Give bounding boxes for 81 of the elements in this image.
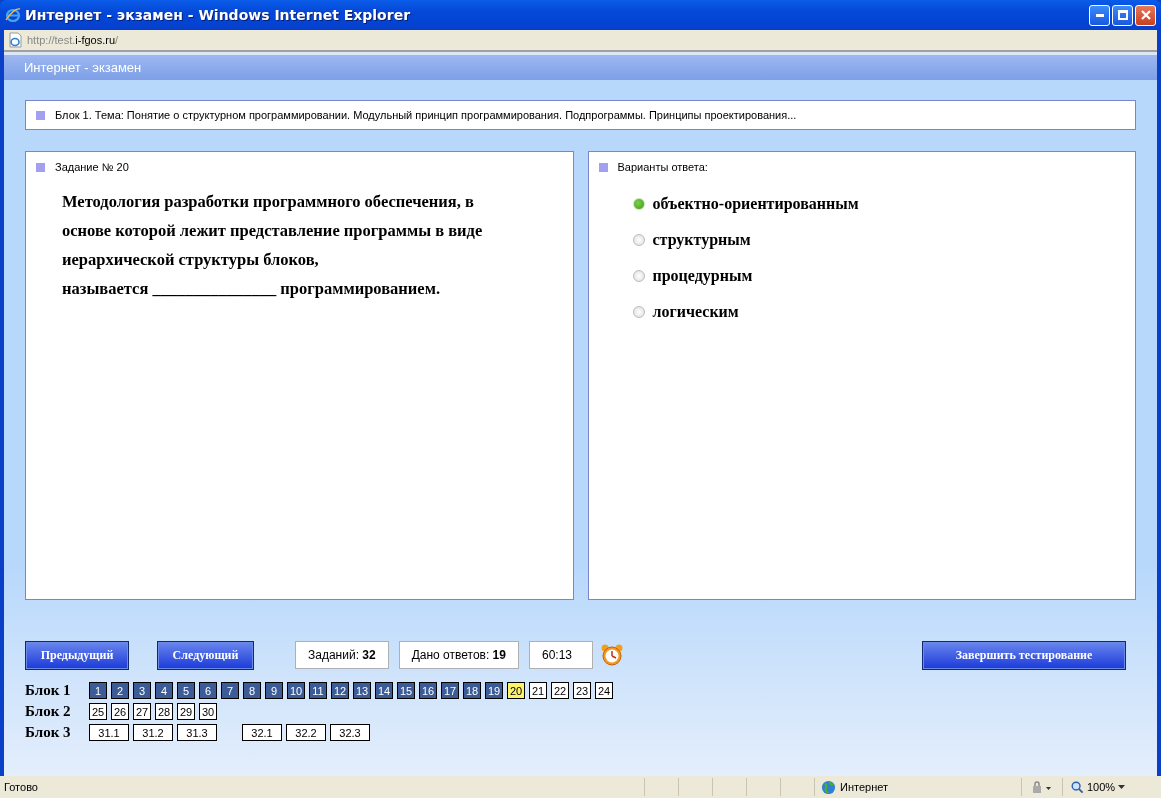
question-number-button[interactable]: 30 xyxy=(199,703,217,720)
block-label: Блок 3 xyxy=(25,724,72,741)
bullet-icon xyxy=(598,162,608,172)
answer-option[interactable]: структурным xyxy=(652,230,751,249)
maximize-icon xyxy=(1117,10,1128,20)
task-heading: Задание № 20 xyxy=(55,161,129,173)
radio-button[interactable] xyxy=(632,233,645,246)
question-number-button[interactable]: 13 xyxy=(353,682,371,699)
security-zone: Интернет xyxy=(840,781,888,793)
answer-option[interactable]: логическим xyxy=(652,302,739,321)
question-number-button[interactable]: 31.1 xyxy=(89,724,129,741)
page-icon xyxy=(7,32,23,48)
question-number-button[interactable]: 29 xyxy=(177,703,195,720)
radio-button[interactable] xyxy=(632,197,645,210)
address-bar[interactable]: http://test.i-fgos.ru/ xyxy=(4,30,1157,52)
status-text: Готово xyxy=(4,781,39,793)
question-number-button[interactable]: 31.3 xyxy=(177,724,217,741)
question-number-button[interactable]: 23 xyxy=(573,682,591,699)
zoom-text: 100% xyxy=(1087,781,1116,793)
answer-option[interactable]: процедурным xyxy=(652,266,753,285)
question-number-button[interactable]: 17 xyxy=(441,682,459,699)
question-number-button[interactable]: 3 xyxy=(133,682,151,699)
question-number-button[interactable]: 27 xyxy=(133,703,151,720)
question-number-button[interactable]: 16 xyxy=(419,682,437,699)
browser-logo-icon xyxy=(5,7,21,23)
caret-icon xyxy=(1118,785,1127,789)
minimize-button[interactable] xyxy=(1089,4,1110,26)
question-number-button[interactable]: 28 xyxy=(155,703,173,720)
question-number-button[interactable]: 14 xyxy=(375,682,393,699)
block-label: Блок 2 xyxy=(25,703,72,720)
question-number-button[interactable]: 1 xyxy=(89,682,107,699)
question-number-button[interactable]: 12 xyxy=(331,682,349,699)
question-number-button[interactable]: 11 xyxy=(309,682,327,699)
block-label: Блок 1 xyxy=(25,682,72,699)
question-number-button[interactable]: 7 xyxy=(221,682,239,699)
answers-count: Дано ответов: 19 xyxy=(398,641,519,669)
close-button[interactable] xyxy=(1135,4,1156,26)
next-button[interactable]: Следующий xyxy=(157,640,254,670)
radio-button[interactable] xyxy=(632,269,645,282)
zoom-level[interactable]: 100% xyxy=(1062,778,1157,796)
question-number-button[interactable]: 24 xyxy=(595,682,613,699)
globe-icon xyxy=(821,779,836,795)
app-title: Интернет - экзамен xyxy=(24,60,142,75)
question-number-button[interactable]: 15 xyxy=(397,682,415,699)
question-number-button[interactable]: 26 xyxy=(111,703,129,720)
close-icon xyxy=(1140,10,1151,20)
minimize-icon xyxy=(1095,13,1104,17)
question-number-button[interactable]: 21 xyxy=(529,682,547,699)
question-number-button[interactable]: 4 xyxy=(155,682,173,699)
bullet-icon xyxy=(36,162,45,172)
question-number-button[interactable]: 8 xyxy=(243,682,261,699)
radio-button[interactable] xyxy=(632,305,645,318)
question-number-button[interactable]: 5 xyxy=(177,682,195,699)
answer-option[interactable]: объектно-ориентированным xyxy=(652,194,859,213)
previous-button[interactable]: Предыдущий xyxy=(25,640,129,670)
zoom-icon xyxy=(1071,780,1084,794)
question-number-button[interactable]: 22 xyxy=(551,682,569,699)
question-number-button[interactable]: 32.3 xyxy=(330,724,370,741)
question-number-button[interactable]: 20 xyxy=(507,682,525,699)
bullet-icon xyxy=(36,110,45,120)
timer: 60:13 xyxy=(528,641,593,669)
question-number-button[interactable]: 32.2 xyxy=(286,724,326,741)
address-url: http://test.i-fgos.ru/ xyxy=(27,34,119,46)
window-title: Интернет - экзамен - Windows Internet Explorer xyxy=(25,7,412,23)
question-number-button[interactable]: 31.2 xyxy=(133,724,173,741)
question-number-button[interactable]: 9 xyxy=(265,682,283,699)
question-number-button[interactable]: 2 xyxy=(111,682,129,699)
question-number-button[interactable]: 18 xyxy=(463,682,481,699)
lock-icon[interactable] xyxy=(1031,780,1053,794)
tasks-count: Заданий: 32 xyxy=(295,641,389,669)
question-number-button[interactable]: 10 xyxy=(287,682,305,699)
question-number-button[interactable]: 6 xyxy=(199,682,217,699)
question-number-button[interactable]: 32.1 xyxy=(242,724,282,741)
question-number-button[interactable]: 25 xyxy=(89,703,107,720)
maximize-button[interactable] xyxy=(1112,4,1133,26)
finish-test-button[interactable]: Завершить тестирование xyxy=(922,640,1126,670)
question-text: Методология разработки программного обеспечения, в основе которой лежит представление программы в виде иерархической структуры блоков, называется _______________ программированием. xyxy=(61,191,484,300)
question-number-button[interactable]: 19 xyxy=(485,682,503,699)
alarm-clock-icon xyxy=(599,643,624,667)
answers-heading: Варианты ответа: xyxy=(617,161,708,173)
topic-text: Блок 1. Тема: Понятие о структурном программировании. Модульный принцип программирования. Подпрограммы. Принципы проектирования... xyxy=(55,109,797,121)
